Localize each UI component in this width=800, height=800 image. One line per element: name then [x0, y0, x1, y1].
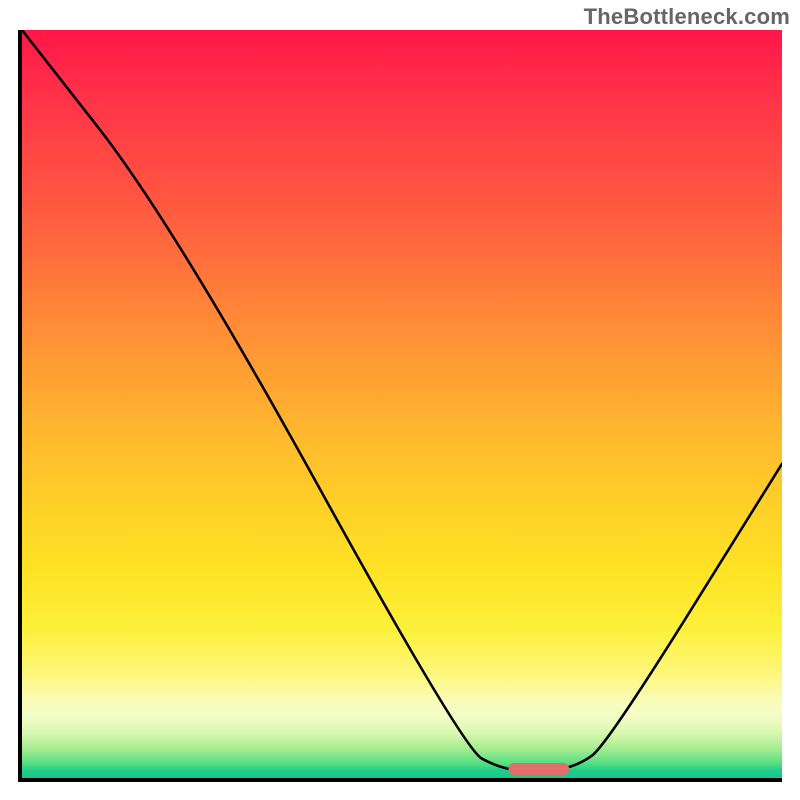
chart-plot-area [18, 30, 782, 782]
watermark-text: TheBottleneck.com [584, 4, 790, 30]
chart-curve [22, 30, 782, 771]
chart-overlay [22, 30, 782, 778]
chart-marker [508, 763, 569, 775]
